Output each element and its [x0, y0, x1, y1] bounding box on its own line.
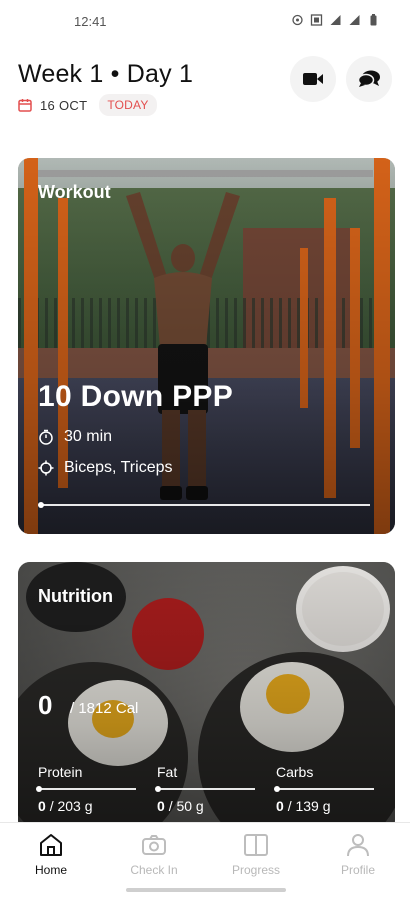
macro-label: Protein [38, 764, 83, 780]
macro-current: 0 [157, 798, 165, 814]
signal-4g-icon [330, 15, 341, 25]
battery-icon [370, 14, 377, 26]
signal-icon [349, 15, 360, 25]
workout-image-overlay [18, 158, 395, 534]
macro-current: 0 [38, 798, 46, 814]
macro-progress-bar [274, 786, 374, 792]
macro-carbs: Carbs 0 / 139 g [274, 764, 376, 814]
calendar-icon [18, 99, 32, 112]
macro-amount: 0 / 203 g [38, 798, 138, 814]
workout-progress-knob [38, 502, 44, 508]
macro-goal: / 50 g [168, 798, 204, 814]
workout-section-label: Workout [38, 182, 111, 202]
nav-check-in[interactable]: Check In [113, 831, 195, 877]
day-header: Week 1 • Day 1 16 OCT TODAY [18, 56, 392, 120]
macro-goal: / 203 g [49, 798, 93, 814]
page-title: Week 1 • Day 1 [18, 60, 194, 88]
home-indicator [126, 888, 286, 892]
macro-progress-bar [36, 786, 136, 792]
macro-label: Carbs [276, 764, 314, 780]
status-time: 12:41 [74, 14, 107, 29]
status-icons [291, 14, 380, 26]
nav-profile-label: Profile [340, 863, 375, 877]
date-row: 16 OCT TODAY [18, 94, 157, 116]
workout-muscles-row: Biceps, Triceps [38, 459, 172, 477]
macro-progress-knob [36, 786, 42, 792]
nav-home[interactable]: Home [10, 831, 92, 877]
macro-goal: / 139 g [287, 798, 331, 814]
nav-progress-label: Progress [231, 863, 281, 877]
nutrition-section-label: Nutrition [38, 586, 113, 606]
workout-card[interactable]: Workout 10 Down PPP 30 min Biceps, Trice… [18, 158, 395, 534]
macro-progress-knob [155, 786, 161, 792]
nutrition-card[interactable]: Nutrition 0 / 1812 Cal Protein 0 / 203 g… [18, 562, 395, 832]
nav-home-label: Home [34, 863, 67, 877]
nfc-icon [310, 14, 323, 26]
macro-protein: Protein 0 / 203 g [36, 764, 138, 814]
nav-check-in-label: Check In [130, 863, 178, 877]
today-badge: TODAY [99, 94, 157, 116]
chat-button[interactable] [346, 56, 392, 102]
workout-duration-row: 30 min [38, 428, 112, 446]
video-camera-icon [303, 73, 323, 85]
macro-progress-bar [155, 786, 255, 792]
person-icon [347, 834, 369, 857]
calories-current: 0 [38, 690, 53, 720]
stopwatch-icon [39, 429, 53, 445]
camera-icon [142, 835, 166, 855]
chat-bubbles-icon [357, 70, 380, 87]
macro-label: Fat [157, 764, 178, 780]
target-icon [38, 460, 54, 476]
progress-book-icon [244, 834, 268, 856]
macro-amount: 0 / 50 g [157, 798, 257, 814]
macro-current: 0 [276, 798, 284, 814]
nav-progress[interactable]: Progress [215, 831, 297, 877]
macro-progress-knob [274, 786, 280, 792]
nav-profile[interactable]: Profile [317, 831, 399, 877]
date-label: 16 OCT [40, 97, 88, 113]
status-bar: 12:41 [0, 0, 410, 44]
hotspot-icon [292, 14, 303, 26]
macro-amount: 0 / 139 g [276, 798, 376, 814]
calories-goal: / 1812 Cal [70, 700, 139, 717]
workout-muscles: Biceps, Triceps [64, 459, 173, 476]
video-call-button[interactable] [290, 56, 336, 102]
workout-duration: 30 min [64, 428, 113, 445]
workout-title: 10 Down PPP [38, 380, 234, 413]
workout-progress-bar [38, 502, 370, 508]
home-icon [40, 834, 62, 856]
macro-fat: Fat 0 / 50 g [155, 764, 257, 814]
